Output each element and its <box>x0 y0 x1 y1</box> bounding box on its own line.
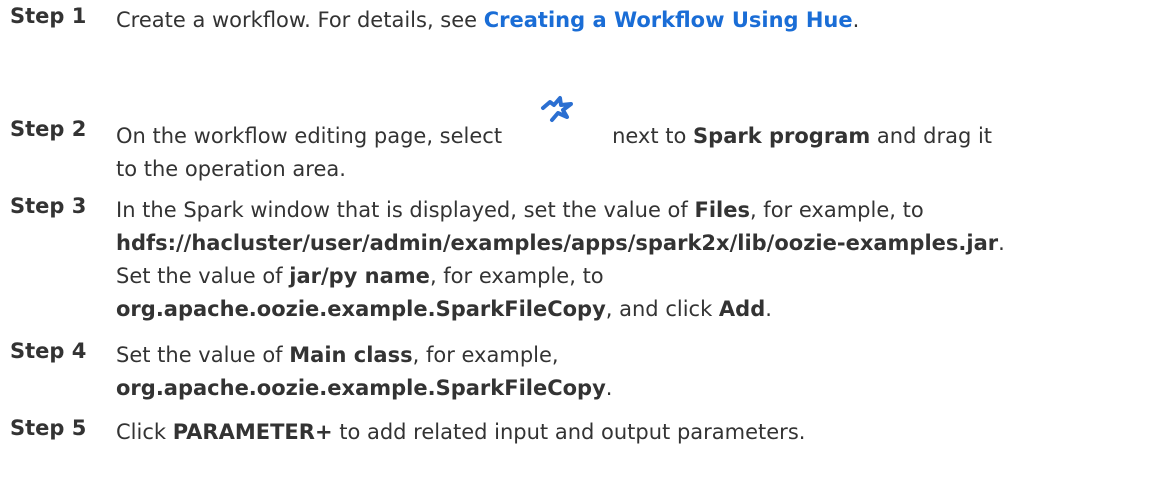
files-path-value: hdfs://hacluster/user/admin/examples/app… <box>116 231 999 255</box>
creating-workflow-link[interactable]: Creating a Workflow Using Hue <box>484 8 853 32</box>
parameter-plus-term: PARAMETER+ <box>172 420 333 444</box>
step-line: On the workflow editing page, select next… <box>116 96 993 153</box>
step-label: Step 4 <box>10 339 87 363</box>
step-label: Step 2 <box>10 117 87 141</box>
spark-program-term: Spark program <box>693 124 871 148</box>
step-text-part: In the Spark window that is displayed, s… <box>116 198 695 222</box>
step-text-part: Create a workflow. For details, see <box>116 8 484 32</box>
step-line: org.apache.oozie.example.SparkFileCopy. <box>116 372 612 405</box>
step-label: Step 3 <box>10 194 87 218</box>
step-text-part: Set the value of <box>116 264 290 288</box>
step-text-part: . <box>765 297 772 321</box>
add-term: Add <box>718 297 766 321</box>
step-text-part: , for example, to <box>749 198 924 222</box>
step-line: hdfs://hacluster/user/admin/examples/app… <box>116 227 1005 260</box>
step-line: Set the value of jar/py name, for exampl… <box>116 260 1005 293</box>
step-line: org.apache.oozie.example.SparkFileCopy, … <box>116 293 1005 326</box>
step-text-part: . <box>998 231 1005 255</box>
step-text-part: Click <box>116 420 173 444</box>
step-text-part: On the workflow editing page, select <box>116 124 503 148</box>
step-text: On the workflow editing page, select next… <box>116 96 993 186</box>
step-text-part: Set the value of <box>116 343 290 367</box>
step-text-part: . <box>605 376 613 400</box>
step-text-part: , for example, to <box>429 264 604 288</box>
files-term: Files <box>694 198 750 222</box>
step-text: Create a workflow. For details, see Crea… <box>116 4 859 37</box>
step-text-part: , for example, <box>412 343 559 367</box>
main-class-term: Main class <box>289 343 413 367</box>
step-text: Set the value of Main class, for example… <box>116 339 612 405</box>
jar-py-name-term: jar/py name <box>289 264 430 288</box>
step-text-part: next to <box>612 124 694 148</box>
step-text-part: and drag it <box>870 124 993 148</box>
step-line: to the operation area. <box>116 157 346 181</box>
step-text: In the Spark window that is displayed, s… <box>116 194 1005 326</box>
step-label: Step 5 <box>10 416 87 440</box>
step-line: In the Spark window that is displayed, s… <box>116 194 1005 227</box>
step-text-part: . <box>852 8 860 32</box>
step-text: Click PARAMETER+ to add related input an… <box>116 416 805 449</box>
step-text-part: to add related input and output paramete… <box>332 420 806 444</box>
spark-program-icon <box>528 96 588 145</box>
step-line: Set the value of Main class, for example… <box>116 339 612 372</box>
main-class-value: org.apache.oozie.example.SparkFileCopy <box>116 376 606 400</box>
class-name-value: org.apache.oozie.example.SparkFileCopy <box>116 297 606 321</box>
step-text-part: , and click <box>605 297 719 321</box>
step-label: Step 1 <box>10 4 87 28</box>
